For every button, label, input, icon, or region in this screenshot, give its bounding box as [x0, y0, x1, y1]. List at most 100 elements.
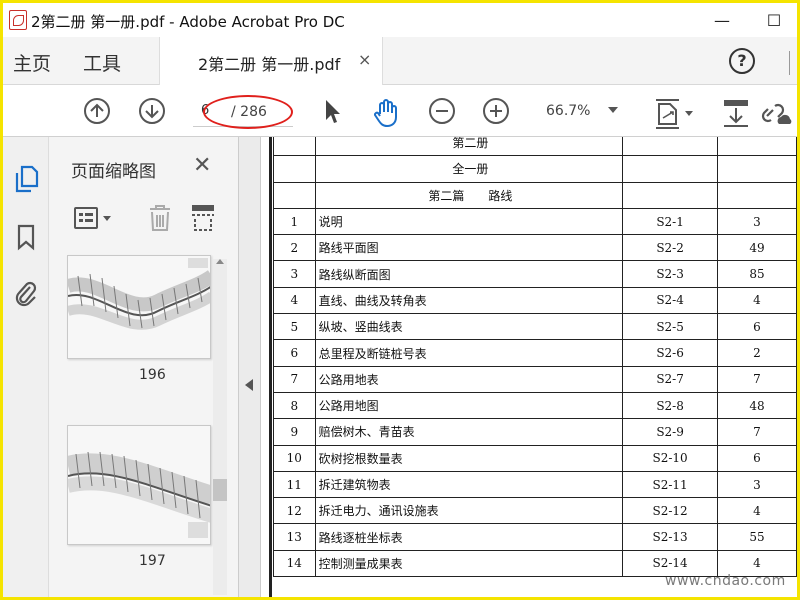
table-header-row: 第二册: [273, 137, 797, 157]
row-title: 赔偿树木、青苗表: [314, 418, 624, 446]
thumbnail-toolbar: [49, 197, 239, 241]
table-row: 6 总里程及断链桩号表 S2-6 2: [273, 339, 797, 367]
row-number: 14: [273, 549, 316, 578]
row-number: 11: [273, 470, 316, 499]
section-heading: 第二篇 路线: [314, 181, 624, 209]
minimize-button[interactable]: —: [707, 7, 737, 33]
close-tab-icon[interactable]: ×: [358, 50, 371, 69]
table-header-row: 全一册: [273, 155, 797, 183]
row-drawing-code: S2-4: [622, 286, 718, 315]
table-row: 9 赔偿树木、青苗表 S2-9 7: [273, 418, 797, 446]
scroll-mode-icon[interactable]: [721, 98, 751, 130]
row-page-count: 4: [716, 286, 797, 315]
zoom-select[interactable]: 66.7%: [528, 101, 628, 125]
row-number: 8: [273, 391, 316, 420]
plus-icon: [490, 105, 502, 117]
row-number: 5: [273, 313, 316, 341]
zoom-out-button[interactable]: [429, 98, 455, 124]
row-number: 13: [273, 523, 316, 551]
row-drawing-code: S2-9: [622, 418, 718, 446]
table-row: 4 直线、曲线及转角表 S2-4 4: [273, 286, 797, 315]
table-row: 10 砍树挖根数量表 S2-10 6: [273, 444, 797, 472]
hand-tool-icon[interactable]: [371, 98, 401, 128]
chevron-down-icon: [608, 107, 618, 113]
title-bar: 2第二册 第一册.pdf - Adobe Acrobat Pro DC — ☐: [3, 3, 797, 37]
document-view[interactable]: 第二册 全一册 第二篇 路线 1 说明 S2-1 3 2 路线平面图 S2-2 49 3 路线纵断…: [261, 137, 797, 597]
select-cursor-icon[interactable]: [321, 98, 343, 126]
row-page-count: 6: [716, 313, 797, 341]
watermark-text: www.cndao.com: [665, 573, 786, 589]
page-thumbnail[interactable]: [67, 255, 211, 359]
table-row: 12 拆迁电力、通讯设施表 S2-12 4: [273, 497, 797, 525]
thumbnail-scrollbar[interactable]: [213, 259, 227, 595]
table-row: 8 公路用地图 S2-8 48: [273, 391, 797, 420]
tab-home[interactable]: 主页: [13, 49, 51, 76]
window-title: 2第二册 第一册.pdf - Adobe Acrobat Pro DC: [31, 13, 345, 31]
zoom-in-button[interactable]: [483, 98, 509, 124]
tab-tools[interactable]: 工具: [83, 49, 121, 76]
bookmark-icon[interactable]: [13, 223, 39, 251]
scrollbar-thumb[interactable]: [213, 479, 227, 501]
row-page-count: 2: [716, 339, 797, 367]
row-page-count: 7: [716, 365, 797, 393]
options-menu-icon[interactable]: [73, 205, 117, 231]
page-thumbnails-icon[interactable]: [13, 165, 39, 193]
table-row: 2 路线平面图 S2-2 49: [273, 234, 797, 262]
row-title: 纵坡、竖曲线表: [314, 313, 624, 341]
row-title: 砍树挖根数量表: [314, 444, 624, 472]
insert-page-icon[interactable]: [189, 203, 217, 233]
row-drawing-code: S2-6: [622, 339, 718, 367]
row-page-count: 55: [716, 523, 797, 551]
previous-page-button[interactable]: [84, 98, 110, 124]
row-title: 拆迁电力、通讯设施表: [314, 497, 624, 525]
acrobat-logo-icon: [9, 10, 27, 30]
close-panel-icon[interactable]: ✕: [193, 153, 211, 178]
help-button[interactable]: ?: [729, 48, 755, 74]
navigation-rail: [3, 137, 49, 597]
acrobat-window: 2第二册 第一册.pdf - Adobe Acrobat Pro DC — ☐ …: [3, 3, 797, 597]
row-drawing-code: S2-8: [622, 391, 718, 420]
row-drawing-code: S2-3: [622, 260, 718, 288]
arrow-down-icon: [145, 105, 159, 119]
delete-trash-icon[interactable]: [147, 203, 173, 233]
toolbar: 6 / 286 66.7%: [3, 85, 797, 137]
table-header-row: 第二篇 路线: [273, 181, 797, 209]
row-page-count: 3: [716, 207, 797, 236]
zoom-value: 66.7%: [546, 103, 591, 119]
page-thumbnail[interactable]: [67, 425, 211, 545]
row-number: 4: [273, 286, 316, 315]
row-title: 路线逐桩坐标表: [314, 523, 624, 551]
table-row: 11 拆迁建筑物表 S2-11 3: [273, 470, 797, 499]
row-page-count: 48: [716, 391, 797, 420]
document-tab-label: 2第二册 第一册.pdf: [198, 55, 341, 74]
row-number: 7: [273, 365, 316, 393]
row-number: 2: [273, 234, 316, 262]
row-title: 公路用地图: [314, 391, 624, 420]
panel-title: 页面缩略图: [71, 162, 156, 182]
table-border-line: [269, 137, 272, 597]
maximize-button[interactable]: ☐: [759, 7, 789, 33]
right-pane-toggle[interactable]: [789, 51, 797, 75]
row-page-count: 4: [716, 497, 797, 525]
row-drawing-code: S2-2: [622, 234, 718, 262]
row-title: 总里程及断链桩号表: [314, 339, 624, 367]
book-heading: 全一册: [314, 155, 624, 183]
row-number: 1: [273, 207, 316, 236]
tab-document[interactable]: 2第二册 第一册.pdf ×: [159, 37, 383, 85]
row-page-count: 7: [716, 418, 797, 446]
share-link-icon[interactable]: [761, 98, 795, 130]
attachment-icon[interactable]: [13, 279, 39, 307]
fit-page-icon[interactable]: [653, 98, 697, 130]
collapse-left-icon: [245, 379, 253, 391]
table-row: 13 路线逐桩坐标表 S2-13 55: [273, 523, 797, 551]
row-number: 12: [273, 497, 316, 525]
thumbnail-panel: 页面缩略图 ✕ 196 197: [49, 137, 239, 597]
scroll-up-icon[interactable]: [216, 259, 224, 264]
row-title: 控制测量成果表: [314, 549, 624, 578]
next-page-button[interactable]: [139, 98, 165, 124]
map-thumbnail-image: [68, 256, 210, 358]
minus-icon: [436, 110, 448, 112]
row-number: 10: [273, 444, 316, 472]
row-number: 3: [273, 260, 316, 288]
collapse-panel-strip[interactable]: [239, 137, 261, 597]
